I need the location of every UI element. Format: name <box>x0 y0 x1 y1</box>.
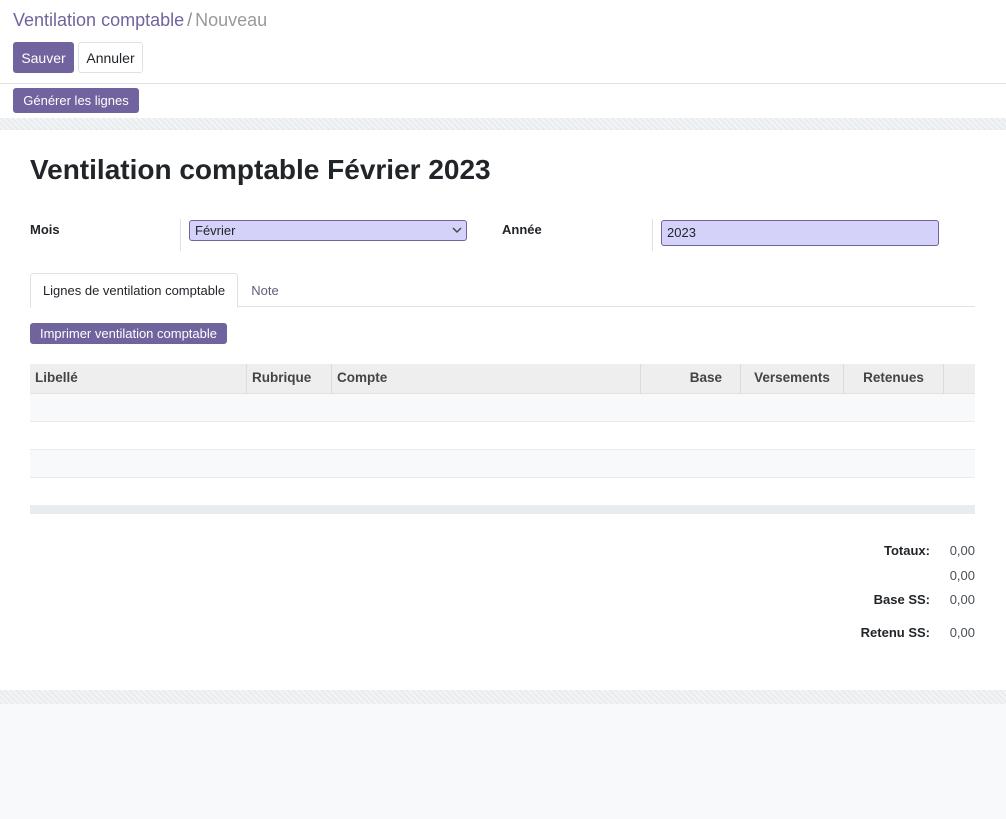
month-select[interactable]: Février <box>189 220 467 241</box>
tab-accounting-lines[interactable]: Lignes de ventilation comptable <box>30 273 238 308</box>
month-select-value: Février <box>195 223 236 238</box>
breadcrumb-parent-link[interactable]: Ventilation comptable <box>13 10 184 30</box>
field-divider <box>180 219 181 251</box>
cancel-button[interactable]: Annuler <box>78 42 143 73</box>
table-footer <box>30 506 975 514</box>
breadcrumb: Ventilation comptable / Nouveau <box>13 9 267 31</box>
generate-lines-button[interactable]: Générer les lignes <box>13 88 139 113</box>
column-header-compte[interactable]: Compte <box>332 364 641 394</box>
table-row <box>30 394 975 422</box>
breadcrumb-current: Nouveau <box>195 10 268 30</box>
year-label: Année <box>502 222 542 237</box>
totals-label: Totaux: <box>884 543 930 558</box>
field-divider <box>652 219 653 251</box>
retenu-ss-label: Retenu SS: <box>860 625 930 640</box>
column-header-libelle[interactable]: Libellé <box>30 364 247 394</box>
month-label: Mois <box>30 222 60 237</box>
column-header-base[interactable]: Base <box>641 364 741 394</box>
table-row <box>30 450 975 478</box>
notebook-tabs: Lignes de ventilation comptable Note <box>30 273 975 308</box>
print-ventilation-button[interactable]: Imprimer ventilation comptable <box>30 323 227 344</box>
column-header-rubrique[interactable]: Rubrique <box>247 364 332 394</box>
table-row <box>30 478 975 506</box>
totals-value: 0,00 <box>949 543 975 558</box>
lines-table: Libellé Rubrique Compte Base Versements … <box>30 364 975 514</box>
retenu-ss-value: 0,00 <box>949 625 975 640</box>
tab-note[interactable]: Note <box>238 273 292 307</box>
form-sheet: Ventilation comptable Février 2023 Mois … <box>0 130 1006 690</box>
base-ss-label: Base SS: <box>873 592 930 607</box>
record-title: Ventilation comptable Février 2023 <box>30 154 491 185</box>
column-header-versements[interactable]: Versements <box>741 364 844 394</box>
base-ss-value: 0,00 <box>949 592 975 607</box>
sheet-background-bottom <box>0 690 1006 704</box>
totals-value-secondary: 0,00 <box>949 568 975 583</box>
control-panel: Ventilation comptable / Nouveau Sauver Ann… <box>0 0 1006 84</box>
year-input[interactable]: 2023 <box>661 220 939 246</box>
table-row <box>30 422 975 450</box>
chevron-down-icon <box>452 221 462 247</box>
table-header: Libellé Rubrique Compte Base Versements … <box>30 364 975 394</box>
column-header-retenues[interactable]: Retenues <box>844 364 944 394</box>
column-header-actions <box>944 364 975 394</box>
breadcrumb-separator: / <box>187 10 193 30</box>
statusbar: Générer les lignes <box>0 84 1006 118</box>
save-button[interactable]: Sauver <box>13 42 74 73</box>
sheet-background-top <box>0 118 1006 130</box>
